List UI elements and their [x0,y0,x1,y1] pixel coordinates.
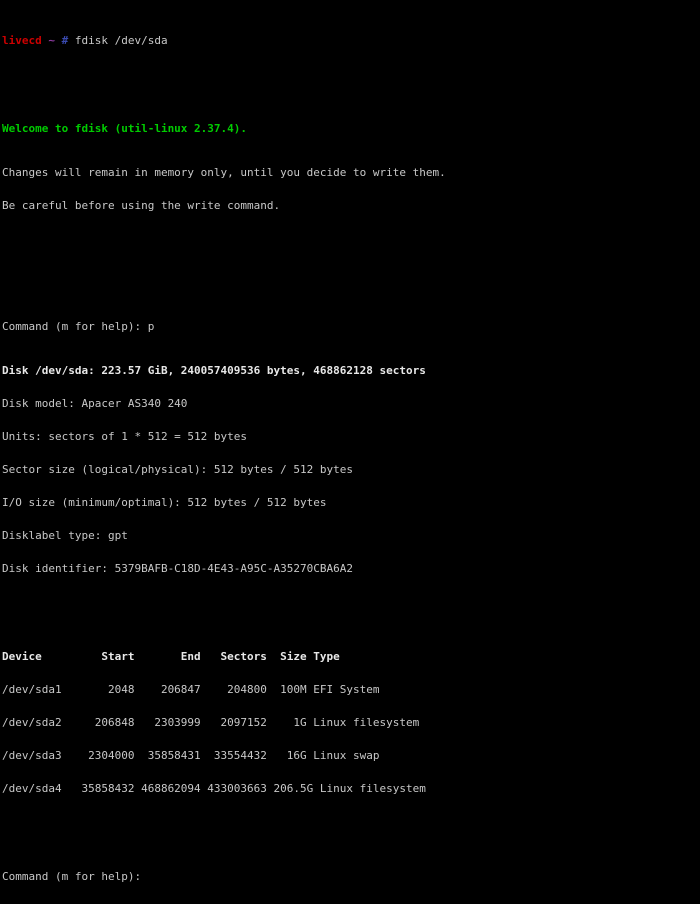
disk-model-line: Disk model: Apacer AS340 240 [2,397,188,410]
disk-sector-size-line: Sector size (logical/physical): 512 byte… [2,463,353,476]
fdisk-welcome-line: Welcome to fdisk (util-linux 2.37.4). [2,122,248,135]
prompt-space-3 [68,34,75,47]
prompt-hostname: livecd [2,34,42,47]
spacer-line-1 [2,79,700,90]
disklabel-type-line: Disklabel type: gpt [2,529,128,542]
fdisk-notice-line-1: Changes will remain in memory only, unti… [2,166,446,179]
spacer-line-4 [2,607,700,618]
table-row: /dev/sda3 2304000 35858431 33554432 16G … [2,749,380,762]
prompt-path: ~ [48,34,55,47]
table-row: /dev/sda4 35858432 468862094 433003663 2… [2,782,426,795]
command-prompt-line-with-input: Command (m for help): p [2,321,700,332]
partition-table-header: Device Start End Sectors Size Type [2,650,340,663]
command-prompt-label-1: Command (m for help): [2,320,148,333]
command-prompt-label-2: Command (m for help): [2,870,148,883]
prompt-space-2 [55,34,62,47]
shell-prompt-line: livecd ~ # fdisk /dev/sda [2,35,700,46]
disk-identifier-line: Disk identifier: 5379BAFB-C18D-4E43-A95C… [2,562,353,575]
table-row: /dev/sda2 206848 2303999 2097152 1G Linu… [2,716,420,729]
prompt-command: fdisk /dev/sda [74,34,168,47]
terminal-screen[interactable]: livecd ~ # fdisk /dev/sda Welcome to fdi… [0,0,700,882]
spacer-line-5 [2,827,700,838]
spacer-line-2 [2,244,700,255]
fdisk-notice-line-2: Be careful before using the write comman… [2,199,281,212]
disk-units-line: Units: sectors of 1 * 512 = 512 bytes [2,430,248,443]
command-prompt-line-active[interactable]: Command (m for help): [2,871,700,882]
spacer-line-3 [2,277,700,288]
disk-io-size-line: I/O size (minimum/optimal): 512 bytes / … [2,496,327,509]
text-cursor [148,873,155,883]
table-row: /dev/sda1 2048 206847 204800 100M EFI Sy… [2,683,380,696]
command-entered: p [147,320,155,333]
disk-summary-line: Disk /dev/sda: 223.57 GiB, 240057409536 … [2,364,426,377]
